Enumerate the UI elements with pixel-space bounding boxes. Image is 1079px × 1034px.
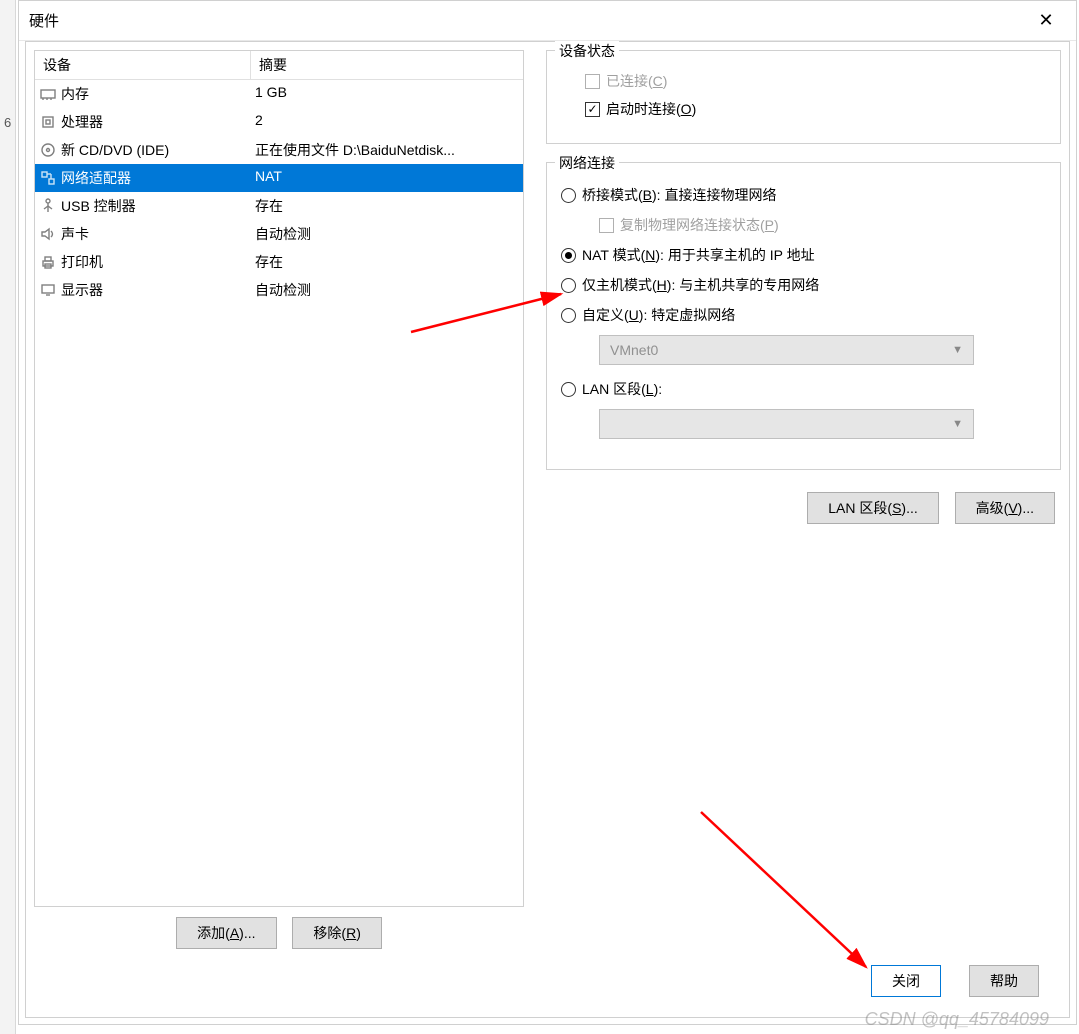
device-name: 处理器: [61, 112, 103, 132]
titlebar: 硬件 ✕: [19, 1, 1076, 41]
device-state-legend: 设备状态: [555, 41, 619, 61]
add-button[interactable]: 添加(A)...: [176, 917, 276, 949]
connect-at-poweron-checkbox[interactable]: [585, 102, 600, 117]
hostonly-radio-row[interactable]: 仅主机模式(H): 与主机共享的专用网络: [561, 275, 1046, 295]
connected-checkbox-row: 已连接(C): [585, 71, 1046, 91]
remove-button[interactable]: 移除(R): [292, 917, 381, 949]
close-button[interactable]: 关闭: [871, 965, 941, 997]
device-name: 内存: [61, 84, 89, 104]
device-name: 打印机: [61, 252, 103, 272]
device-summary: 1 GB: [251, 82, 523, 106]
device-name: USB 控制器: [61, 196, 136, 216]
replicate-state-row: 复制物理网络连接状态(P): [599, 215, 1046, 235]
bridged-radio[interactable]: [561, 188, 576, 203]
network-connection-legend: 网络连接: [555, 153, 619, 173]
device-summary: 自动检测: [251, 222, 523, 246]
hostonly-label: 仅主机模式(H): 与主机共享的专用网络: [582, 275, 819, 295]
lan-segments-button[interactable]: LAN 区段(S)...: [807, 492, 938, 524]
help-button[interactable]: 帮助: [969, 965, 1039, 997]
cpu-icon: [39, 113, 57, 131]
device-name: 显示器: [61, 280, 103, 300]
table-row[interactable]: 新 CD/DVD (IDE) 正在使用文件 D:\BaiduNetdisk...: [35, 136, 523, 164]
lan-segment-radio[interactable]: [561, 382, 576, 397]
device-table[interactable]: 设备 摘要 内存 1 GB 处理器 2 新 CD/DVD (IDE) 正在使用文…: [34, 50, 524, 907]
device-summary: NAT: [251, 166, 523, 190]
table-row[interactable]: USB 控制器 存在: [35, 192, 523, 220]
chevron-down-icon: ▼: [952, 418, 963, 430]
memory-icon: [39, 85, 57, 103]
usb-icon: [39, 197, 57, 215]
device-summary: 正在使用文件 D:\BaiduNetdisk...: [251, 138, 523, 162]
background-number: 6: [4, 115, 11, 130]
dialog-footer: 关闭 帮助: [34, 953, 1061, 1009]
table-row[interactable]: 声卡 自动检测: [35, 220, 523, 248]
hostonly-radio[interactable]: [561, 278, 576, 293]
network-connection-group: 网络连接 桥接模式(B): 直接连接物理网络 复制物理网络连接状态(P) NAT…: [546, 162, 1061, 470]
custom-network-value: VMnet0: [610, 342, 658, 358]
nat-radio-row[interactable]: NAT 模式(N): 用于共享主机的 IP 地址: [561, 245, 1046, 265]
header-device: 设备: [35, 51, 251, 79]
table-row[interactable]: 显示器 自动检测: [35, 276, 523, 304]
bridged-radio-row[interactable]: 桥接模式(B): 直接连接物理网络: [561, 185, 1046, 205]
background-strip: [0, 0, 16, 1034]
printer-icon: [39, 253, 57, 271]
device-summary: 存在: [251, 250, 523, 274]
replicate-state-label: 复制物理网络连接状态(P): [620, 215, 779, 235]
device-summary: 存在: [251, 194, 523, 218]
connect-at-poweron-label: 启动时连接(O): [606, 99, 696, 119]
settings-panel: 设备状态 已连接(C) 启动时连接(O) 网络连接 桥接模式(B): 直接连接物: [546, 50, 1061, 953]
device-name: 网络适配器: [61, 168, 131, 188]
hardware-dialog: 硬件 ✕ 设备 摘要 内存 1 GB 处理器 2 新 CD/DV: [18, 0, 1077, 1025]
nat-label: NAT 模式(N): 用于共享主机的 IP 地址: [582, 245, 815, 265]
custom-network-select: VMnet0 ▼: [599, 335, 974, 365]
advanced-button[interactable]: 高级(V)...: [955, 492, 1055, 524]
dialog-title: 硬件: [29, 10, 1026, 31]
display-icon: [39, 281, 57, 299]
lan-segment-select: ▼: [599, 409, 974, 439]
lan-segment-label: LAN 区段(L):: [582, 379, 662, 399]
cd-icon: [39, 141, 57, 159]
device-summary: 2: [251, 110, 523, 134]
nat-radio[interactable]: [561, 248, 576, 263]
table-row[interactable]: 处理器 2: [35, 108, 523, 136]
table-row[interactable]: 打印机 存在: [35, 248, 523, 276]
connected-label: 已连接(C): [606, 71, 667, 91]
connect-at-poweron-row[interactable]: 启动时连接(O): [585, 99, 1046, 119]
close-icon[interactable]: ✕: [1026, 1, 1066, 41]
dialog-body: 设备 摘要 内存 1 GB 处理器 2 新 CD/DVD (IDE) 正在使用文…: [25, 41, 1070, 1018]
device-table-header: 设备 摘要: [35, 51, 523, 80]
table-row[interactable]: 网络适配器 NAT: [35, 164, 523, 192]
device-buttons: 添加(A)... 移除(R): [34, 917, 524, 953]
connected-checkbox: [585, 74, 600, 89]
net-icon: [39, 169, 57, 187]
table-row[interactable]: 内存 1 GB: [35, 80, 523, 108]
lan-segment-radio-row[interactable]: LAN 区段(L):: [561, 379, 1046, 399]
header-summary: 摘要: [251, 51, 523, 79]
custom-label: 自定义(U): 特定虚拟网络: [582, 305, 735, 325]
custom-radio[interactable]: [561, 308, 576, 323]
network-extra-buttons: LAN 区段(S)... 高级(V)...: [546, 492, 1061, 524]
replicate-state-checkbox: [599, 218, 614, 233]
bridged-label: 桥接模式(B): 直接连接物理网络: [582, 185, 776, 205]
custom-radio-row[interactable]: 自定义(U): 特定虚拟网络: [561, 305, 1046, 325]
chevron-down-icon: ▼: [952, 344, 963, 356]
device-name: 新 CD/DVD (IDE): [61, 140, 169, 160]
sound-icon: [39, 225, 57, 243]
device-summary: 自动检测: [251, 278, 523, 302]
device-state-group: 设备状态 已连接(C) 启动时连接(O): [546, 50, 1061, 144]
device-list-panel: 设备 摘要 内存 1 GB 处理器 2 新 CD/DVD (IDE) 正在使用文…: [34, 50, 524, 953]
device-name: 声卡: [61, 224, 89, 244]
